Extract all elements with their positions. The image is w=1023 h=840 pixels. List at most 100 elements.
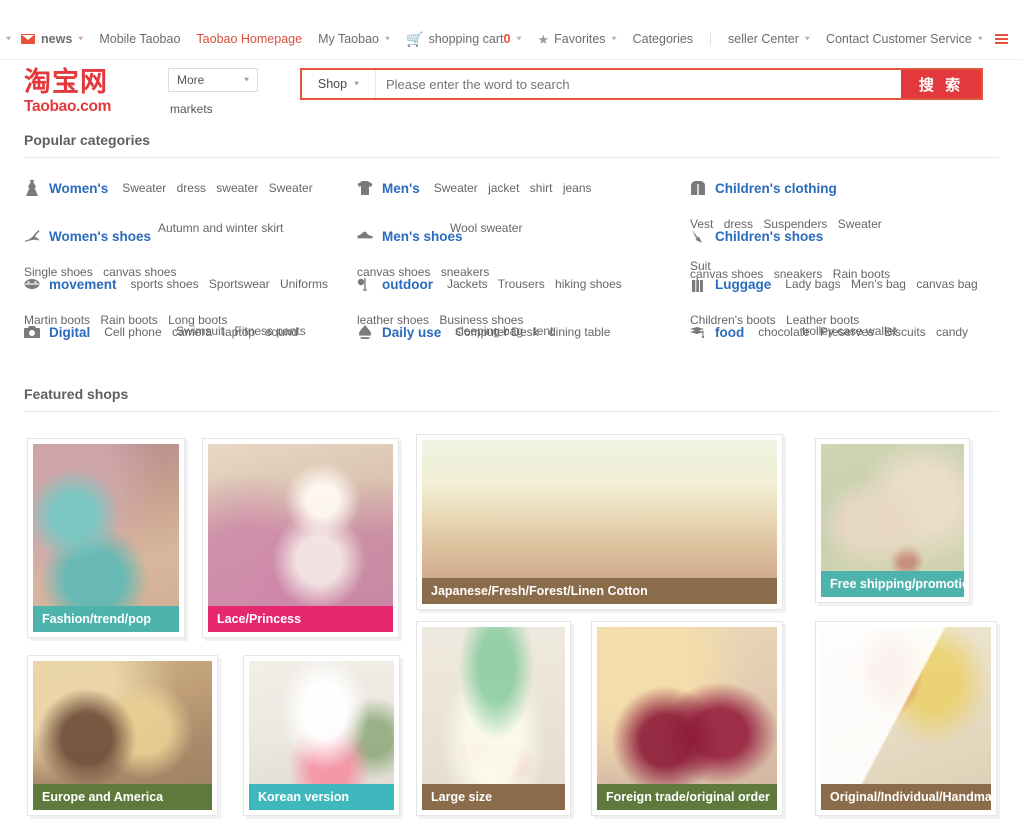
category-title-mens[interactable]: Men's	[382, 181, 420, 196]
category-link[interactable]: Men's bag	[851, 277, 906, 291]
featured-shop-card[interactable]: Original/Individual/Handmade	[815, 621, 997, 816]
topnav-item-mobile-taobao[interactable]: Mobile Taobao	[91, 32, 188, 46]
category-row: Men's Sweater jacket shirt jeans	[357, 172, 690, 220]
chevron-down-icon[interactable]: ▾	[612, 35, 617, 43]
category-link[interactable]: Sweater	[122, 181, 166, 195]
hamburger-icon[interactable]	[994, 32, 1008, 46]
topnav-label-seller-center: seller Center	[728, 32, 799, 46]
featured-shop-card[interactable]: Foreign trade/original order	[591, 621, 783, 816]
luggage-icon	[690, 276, 706, 292]
topnav-label-mobile-taobao: Mobile Taobao	[99, 32, 181, 46]
category-link[interactable]: Preserves	[820, 325, 874, 339]
category-row: Vest dress Suspenders Sweater Children's…	[690, 217, 999, 268]
topnav-item-shopping-cart[interactable]: 🛒 shopping cart 0 ▾	[398, 32, 529, 46]
popular-categories-grid: Women's Sweater dress sweater Sweater Au…	[0, 172, 1023, 372]
featured-shop-card[interactable]: Europe and America	[27, 655, 218, 816]
category-row: Children's boots Leather boots trolley c…	[690, 313, 999, 364]
high-heel-icon	[24, 228, 40, 244]
category-link[interactable]: sound	[265, 325, 298, 339]
category-title-womens-shoes[interactable]: Women's shoes	[49, 229, 151, 244]
topnav-item-my-taobao[interactable]: My Taobao ▾	[310, 32, 398, 46]
category-title-outdoor[interactable]: outdoor	[382, 277, 433, 292]
chevron-down-icon[interactable]: ▾	[516, 35, 521, 43]
topnav-item-taobao-homepage[interactable]: Taobao Homepage	[188, 32, 310, 46]
logo-english-text: Taobao.com	[24, 98, 112, 115]
chevron-down-icon[interactable]: ▾	[805, 35, 810, 43]
category-link[interactable]: sweater	[216, 181, 258, 195]
category-title-daily-use[interactable]: Daily use	[382, 325, 441, 340]
featured-shop-label: Foreign trade/original order	[597, 784, 777, 810]
featured-shop-card[interactable]: Large size	[416, 621, 571, 816]
category-link[interactable]: sports shoes	[131, 277, 199, 291]
markets-dropdown-value: More	[177, 73, 205, 87]
mens-shoe-icon	[357, 228, 373, 244]
category-title-food[interactable]: food	[715, 325, 744, 340]
category-link[interactable]: Lady bags	[785, 277, 840, 291]
kids-shoe-icon	[690, 228, 706, 244]
category-link[interactable]: Cell phone	[104, 325, 161, 339]
category-link[interactable]: hiking shoes	[555, 277, 622, 291]
topnav-label-my-taobao: My Taobao	[318, 32, 379, 46]
category-links-luggage: Lady bags Men's bag canvas bag	[785, 277, 984, 291]
category-link[interactable]: shirt	[530, 181, 553, 195]
category-title-luggage[interactable]: Luggage	[715, 277, 771, 292]
topnav-item-seller-center[interactable]: seller Center ▾	[720, 32, 818, 46]
category-link[interactable]: Sweater	[269, 181, 313, 195]
featured-shop-card[interactable]: Lace/Princess	[202, 438, 399, 638]
category-link[interactable]: Sportswear	[209, 277, 270, 291]
search-scope-dropdown[interactable]: Shop ▾	[302, 70, 376, 98]
star-icon: ★	[537, 31, 550, 47]
category-title-childrens-clothing[interactable]: Children's clothing	[715, 181, 837, 196]
category-link[interactable]: Sweater	[838, 217, 882, 231]
featured-shop-label: Original/Individual/Handmade	[821, 784, 991, 810]
category-link[interactable]: jeans	[563, 181, 592, 195]
topnav-item-contact-customer-service[interactable]: Contact Customer Service ▾	[818, 32, 991, 46]
topnav-label-favorites: Favorites	[554, 32, 606, 46]
taobao-logo[interactable]: 淘宝网 Taobao.com	[24, 68, 136, 115]
logo-chinese-text: 淘宝网	[24, 67, 108, 98]
category-link[interactable]: Jackets	[447, 277, 488, 291]
featured-shop-card[interactable]: Fashion/trend/pop	[27, 438, 185, 638]
category-link[interactable]: candy	[936, 325, 968, 339]
topnav-item-news[interactable]: news ▾	[13, 32, 91, 46]
category-links-movement: sports shoes Sportswear Uniforms	[131, 277, 335, 291]
category-title-digital[interactable]: Digital	[49, 325, 90, 340]
category-links-outdoor: Jackets Trousers hiking shoes	[447, 277, 629, 291]
popular-categories-heading: Popular categories	[24, 132, 999, 158]
chevron-down-icon[interactable]: ▾	[78, 35, 83, 43]
category-link[interactable]: Uniforms	[280, 277, 328, 291]
category-link[interactable]: Biscuits	[884, 325, 925, 339]
chevron-down-icon[interactable]: ▾	[6, 35, 11, 43]
search-input[interactable]	[376, 70, 901, 98]
category-link[interactable]: canvas bag	[916, 277, 977, 291]
featured-shop-card[interactable]: Korean version	[243, 655, 400, 816]
featured-shop-card[interactable]: Japanese/Fresh/Forest/Linen Cotton	[416, 434, 783, 610]
category-link[interactable]: Sweater	[434, 181, 478, 195]
category-link[interactable]: camera	[172, 325, 212, 339]
featured-shop-card[interactable]: Free shipping/promotion	[815, 438, 970, 603]
category-link[interactable]: dining table	[549, 325, 610, 339]
topnav-item-categories[interactable]: Categories	[625, 32, 701, 46]
category-link[interactable]: Computer Desk	[455, 325, 538, 339]
chevron-down-icon[interactable]: ▾	[978, 35, 983, 43]
search-button[interactable]: 搜 索	[901, 70, 981, 98]
category-link[interactable]: jacket	[488, 181, 519, 195]
category-title-childrens-shoes[interactable]: Children's shoes	[715, 229, 823, 244]
topnav-label-taobao-homepage: Taobao Homepage	[196, 32, 303, 46]
category-link[interactable]: Trousers	[498, 277, 545, 291]
sports-icon	[24, 276, 40, 292]
topnav-item-favorites[interactable]: ★ Favorites ▾	[530, 32, 625, 46]
markets-dropdown[interactable]: More ▾	[168, 68, 258, 92]
category-title-womens[interactable]: Women's	[49, 181, 108, 196]
chevron-down-icon[interactable]: ▾	[385, 35, 390, 43]
category-title-mens-shoes[interactable]: Men's shoes	[382, 229, 463, 244]
category-links-mens: Sweater jacket shirt jeans	[434, 181, 599, 195]
category-link[interactable]: laptop	[222, 325, 255, 339]
tshirt-icon	[357, 180, 373, 196]
category-link[interactable]: Autumn and winter skirt	[158, 221, 283, 235]
category-link[interactable]: dress	[177, 181, 206, 195]
category-title-movement[interactable]: movement	[49, 277, 117, 292]
camera-icon	[24, 324, 40, 340]
category-link[interactable]: chocolate	[758, 325, 809, 339]
featured-shop-image	[821, 627, 991, 810]
